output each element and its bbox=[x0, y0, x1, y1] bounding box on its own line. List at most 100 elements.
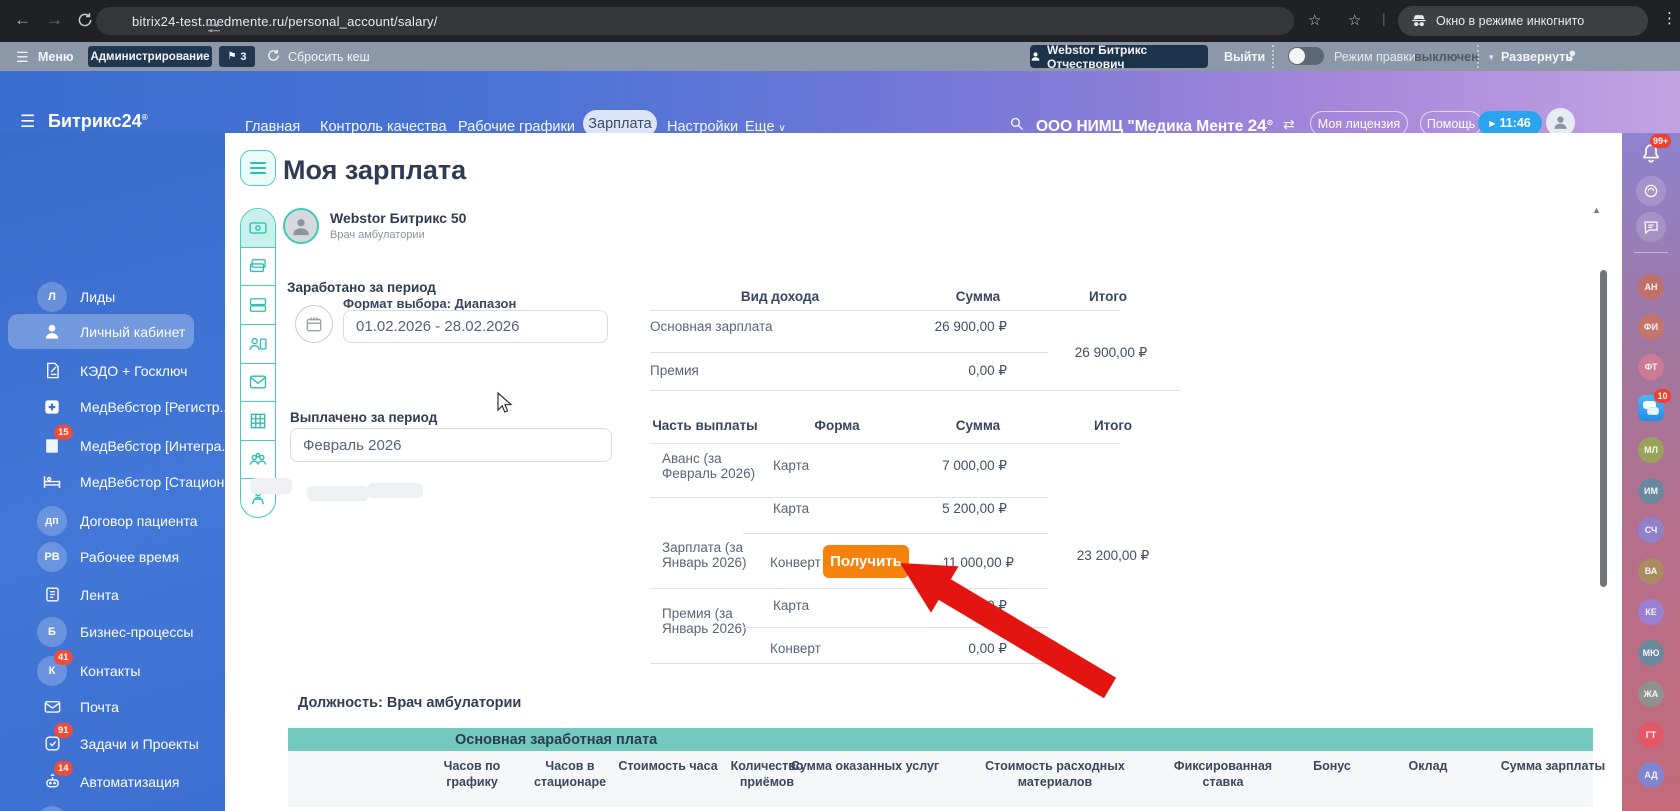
notifications-counter-button[interactable]: ⚑ 3 bbox=[219, 46, 255, 67]
browser-reload-icon[interactable] bbox=[76, 11, 94, 29]
position-label: Должность: Врач амбулатории bbox=[298, 695, 522, 711]
edit-mode-toggle[interactable] bbox=[1288, 47, 1324, 65]
browser-forward-icon[interactable]: → bbox=[46, 10, 63, 30]
avatar[interactable]: АД bbox=[1638, 762, 1664, 788]
brand-mark: ® bbox=[141, 113, 148, 122]
logout-link[interactable]: Выйти bbox=[1224, 50, 1265, 64]
salary-columns-band: Часов по графику Часов в стационаре Стои… bbox=[288, 751, 1605, 807]
incognito-badge: Окно в режиме инкогнито bbox=[1398, 6, 1648, 36]
salary-tabstrip bbox=[240, 208, 276, 518]
sidebar-item-mail[interactable]: Почта bbox=[8, 689, 194, 724]
income-row-name: Основная зарплата bbox=[650, 319, 773, 334]
sidebar-item-personal-account[interactable]: Личный кабинет bbox=[8, 314, 194, 349]
avatar[interactable]: ФТ bbox=[1638, 354, 1664, 380]
bookmark-star-icon[interactable]: ☆ bbox=[1308, 11, 1321, 29]
pin-icon[interactable] bbox=[1563, 48, 1578, 63]
avatar[interactable]: ЖА bbox=[1638, 681, 1664, 707]
payout-form: Конверт bbox=[770, 641, 821, 656]
collapse-arrow-icon[interactable]: ▲ bbox=[1592, 205, 1601, 215]
tab-payments[interactable] bbox=[241, 246, 275, 286]
column-header: Часов по графику bbox=[443, 759, 501, 790]
tab-accruals[interactable] bbox=[241, 285, 275, 324]
avatar[interactable]: МЛ bbox=[1638, 437, 1664, 463]
avatar[interactable]: ВА bbox=[1638, 558, 1664, 584]
chrome-menu-icon[interactable]: ⋮ bbox=[1662, 9, 1677, 27]
feed-icon bbox=[36, 579, 68, 611]
mouse-cursor bbox=[497, 391, 513, 413]
date-range-input[interactable]: 01.02.2026 - 28.02.2026 bbox=[343, 310, 608, 343]
avatar[interactable]: ФИ bbox=[1638, 314, 1664, 340]
table-line bbox=[743, 533, 1048, 534]
document-sign-icon bbox=[36, 355, 68, 387]
avatar[interactable]: АН bbox=[1638, 274, 1664, 300]
tab-employee-card[interactable] bbox=[241, 323, 275, 363]
patient-contract-icon: дп bbox=[36, 505, 68, 537]
calendar-icon[interactable] bbox=[295, 305, 333, 343]
url-text: bitrix24-test.medmente.ru/personal_accou… bbox=[132, 13, 438, 29]
bed-icon bbox=[36, 466, 68, 498]
tab-schedule[interactable] bbox=[241, 401, 275, 440]
sidebar-item-feed[interactable]: Лента bbox=[8, 577, 194, 612]
work-time-icon: РВ bbox=[36, 541, 68, 573]
site-settings-icon[interactable] bbox=[206, 20, 222, 36]
current-user-button[interactable]: Webstor Битрикс Отчествович bbox=[1030, 43, 1208, 71]
sidebar-item-automation[interactable]: 14 Автоматизация bbox=[8, 761, 194, 799]
sidebar-item-leads[interactable]: Л Лиды bbox=[8, 279, 194, 314]
address-bar[interactable]: bitrix24-test.medmente.ru/personal_accou… bbox=[96, 7, 1294, 35]
avatar[interactable]: КЕ bbox=[1638, 599, 1664, 625]
search-icon[interactable] bbox=[1008, 115, 1025, 132]
content-scrollbar[interactable] bbox=[1600, 270, 1607, 587]
brand-logo[interactable]: Битрикс24® bbox=[48, 111, 148, 132]
payout-form: Конверт bbox=[770, 555, 821, 570]
table-line bbox=[650, 663, 1048, 664]
badge: 91 bbox=[54, 723, 73, 738]
income-col-sum: Сумма bbox=[955, 289, 1001, 304]
sidebar-item-medwebstor-stationary[interactable]: МедВебстор [Стацион... bbox=[8, 464, 236, 499]
format-label: Формат выбора: Диапазон bbox=[343, 296, 517, 311]
table-line bbox=[650, 588, 1048, 589]
sidebar-item-medwebstor-integration[interactable]: 15 МедВебстор [Интегра... bbox=[8, 425, 233, 463]
sidebar-item-tasks[interactable]: 91 Задачи и Проекты bbox=[8, 723, 199, 761]
sidebar-item-contacts[interactable]: К 41 Контакты bbox=[8, 650, 194, 688]
table-line bbox=[650, 352, 1048, 353]
payout-sum: 7 000,00 ₽ bbox=[942, 458, 1007, 473]
column-header: Стоимость расходных материалов bbox=[985, 759, 1125, 790]
admin-menu-label[interactable]: Меню bbox=[38, 50, 74, 64]
reset-cache-icon[interactable] bbox=[266, 48, 281, 63]
sidebar-item-patient-contract[interactable]: дп Договор пациента bbox=[8, 503, 198, 538]
administration-button[interactable]: Администрирование bbox=[88, 46, 212, 67]
employee-avatar bbox=[283, 208, 319, 244]
bookmarks-list-icon[interactable]: ☆ bbox=[1348, 11, 1361, 29]
avatar[interactable]: МЮ bbox=[1638, 640, 1664, 666]
salary-section-title: Основная заработная плата bbox=[455, 731, 658, 748]
tab-salary[interactable] bbox=[241, 209, 275, 247]
copilot-icon[interactable] bbox=[1636, 176, 1666, 206]
chat-history-icon[interactable] bbox=[1636, 212, 1666, 242]
reset-cache-label[interactable]: Сбросить кеш bbox=[288, 50, 370, 64]
browser-back-icon[interactable]: ← bbox=[14, 10, 31, 30]
tab-mail[interactable] bbox=[241, 362, 275, 402]
content-menu-button[interactable] bbox=[240, 150, 276, 186]
tab-team[interactable] bbox=[241, 439, 275, 479]
sidebar-item-medwebstor-registry[interactable]: МедВебстор [Регистр... bbox=[8, 389, 231, 424]
paid-period-input[interactable]: Февраль 2026 bbox=[290, 428, 612, 462]
time-tracker-button[interactable]: ▶ 11:46 bbox=[1478, 111, 1542, 135]
avatar[interactable]: ГТ bbox=[1638, 722, 1664, 748]
payout-sum: 0,00 ₽ bbox=[968, 641, 1007, 656]
employee-role: Врач амбулатории bbox=[330, 229, 425, 241]
sidebar-item-work-time[interactable]: РВ Рабочее время bbox=[8, 539, 194, 574]
avatar[interactable]: ИМ bbox=[1638, 478, 1664, 504]
switch-icon[interactable]: ⇄ bbox=[1283, 116, 1295, 133]
payout-group-name: Январь 2026) bbox=[662, 621, 747, 636]
sidebar-item-wazzup[interactable]: ww Wazzup (WhatsApp, Te... bbox=[8, 803, 194, 811]
sidebar-item-kedo[interactable]: КЭДО + Госключ bbox=[8, 353, 194, 388]
messenger-icon[interactable]: 10 bbox=[1638, 389, 1671, 421]
admin-menu-icon[interactable]: ☰ bbox=[16, 49, 29, 66]
avatar[interactable]: СЧ bbox=[1638, 517, 1664, 543]
sidebar-item-business-processes[interactable]: Б Бизнес-процессы bbox=[8, 614, 194, 649]
income-row-sum: 0,00 ₽ bbox=[968, 363, 1007, 378]
payout-sum: 5 200,00 ₽ bbox=[942, 501, 1007, 516]
nav-hamburger-icon[interactable]: ☰ bbox=[20, 112, 35, 132]
employee-name: Webstor Битрикс 50 bbox=[330, 210, 467, 226]
payout-col-form: Форма bbox=[814, 418, 860, 433]
